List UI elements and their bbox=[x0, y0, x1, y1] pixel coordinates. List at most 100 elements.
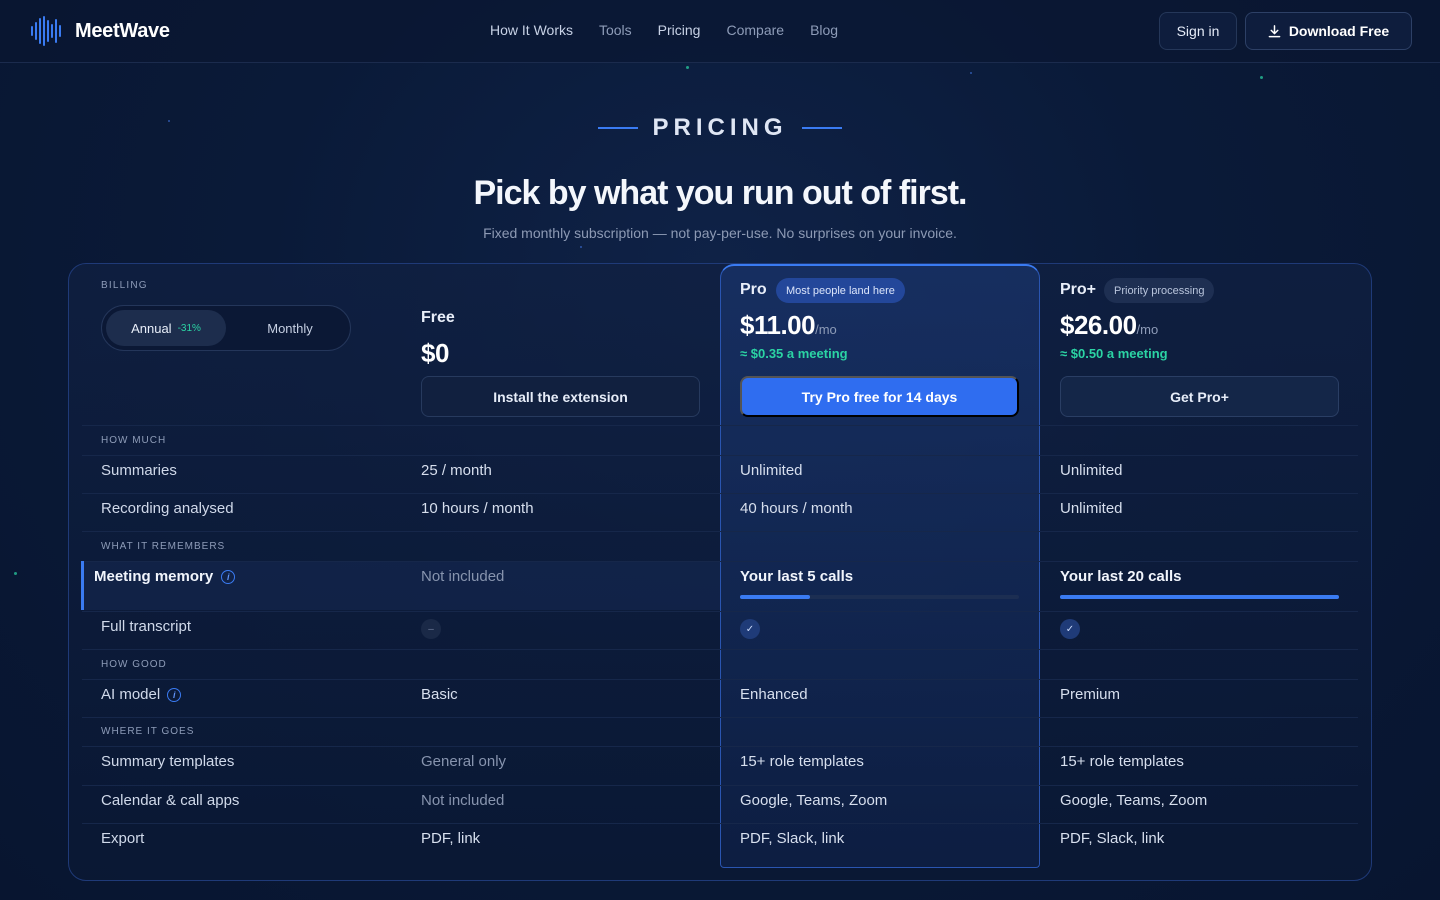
section-where-it-goes: WHERE IT GOES bbox=[101, 726, 195, 737]
pro-recording: 40 hours / month bbox=[740, 500, 853, 517]
proplus-recording: Unlimited bbox=[1060, 500, 1123, 517]
pro-price-amount: $11.00 bbox=[740, 310, 816, 340]
soundwave-icon bbox=[31, 16, 61, 46]
proplus-price-period: /mo bbox=[1136, 322, 1159, 337]
free-templates: General only bbox=[421, 753, 507, 770]
memory-label-text: Meeting memory bbox=[94, 568, 214, 585]
free-model: Basic bbox=[421, 686, 458, 703]
proplus-memory-bar bbox=[1060, 595, 1339, 599]
nav-link-blog[interactable]: Blog bbox=[810, 22, 838, 38]
row-label-memory: Meeting memory i bbox=[94, 568, 236, 585]
pro-templates: 15+ role templates bbox=[740, 753, 864, 770]
free-transcript-dash-icon: – bbox=[421, 619, 441, 639]
pro-memory-bar bbox=[740, 595, 1019, 599]
divider bbox=[82, 717, 1358, 718]
row-label-recording: Recording analysed bbox=[101, 500, 234, 517]
pro-per-meeting: ≈ $0.35 a meeting bbox=[740, 346, 848, 361]
free-recording: 10 hours / month bbox=[421, 500, 534, 517]
pro-memory: Your last 5 calls bbox=[740, 568, 854, 585]
page-subtitle: Fixed monthly subscription — not pay-per… bbox=[483, 225, 957, 241]
model-label-text: AI model bbox=[101, 686, 161, 703]
proplus-calendar: Google, Teams, Zoom bbox=[1060, 792, 1208, 809]
page-title: Pick by what you run out of first. bbox=[473, 174, 967, 212]
row-label-summaries: Summaries bbox=[101, 462, 177, 479]
row-label-model: AI model i bbox=[101, 686, 182, 703]
proplus-export: PDF, Slack, link bbox=[1060, 830, 1165, 847]
brand[interactable]: MeetWave bbox=[31, 16, 170, 46]
proplus-memory-fill bbox=[1060, 595, 1339, 599]
billing-toggle: Annual -31% Monthly bbox=[101, 305, 351, 351]
billing-annual-label: Annual bbox=[131, 320, 172, 336]
pro-plan-name: Pro bbox=[740, 281, 767, 298]
proplus-transcript-check-icon: ✓ bbox=[1060, 619, 1080, 639]
proplus-per-meeting: ≈ $0.50 a meeting bbox=[1060, 346, 1168, 361]
proplus-summaries: Unlimited bbox=[1060, 462, 1123, 479]
proplus-memory: Your last 20 calls bbox=[1060, 568, 1182, 585]
pro-popular-badge: Most people land here bbox=[776, 278, 905, 303]
pro-plan-price: $11.00/mo bbox=[740, 310, 837, 341]
divider bbox=[82, 679, 1358, 680]
brand-name: MeetWave bbox=[75, 19, 170, 42]
decor-dot bbox=[580, 246, 582, 248]
divider bbox=[82, 561, 1358, 562]
pro-calendar: Google, Teams, Zoom bbox=[740, 792, 888, 809]
pro-memory-fill bbox=[740, 595, 810, 599]
decor-dot bbox=[686, 66, 689, 69]
proplus-plan-price: $26.00/mo bbox=[1060, 310, 1158, 341]
section-how-much: HOW MUCH bbox=[101, 435, 167, 446]
pro-summaries: Unlimited bbox=[740, 462, 803, 479]
proplus-plan-name: Pro+ bbox=[1060, 281, 1097, 298]
top-nav: MeetWave How It Works Tools Pricing Comp… bbox=[0, 0, 1440, 63]
free-memory: Not included bbox=[421, 568, 505, 585]
divider bbox=[82, 425, 1358, 426]
proplus-priority-badge: Priority processing bbox=[1104, 278, 1215, 303]
try-pro-button[interactable]: Try Pro free for 14 days bbox=[740, 376, 1019, 417]
row-label-templates: Summary templates bbox=[101, 753, 235, 770]
get-proplus-button[interactable]: Get Pro+ bbox=[1060, 376, 1339, 417]
free-export: PDF, link bbox=[421, 830, 481, 847]
eyebrow-text: PRICING bbox=[652, 114, 788, 141]
divider bbox=[82, 823, 1358, 824]
row-label-export: Export bbox=[101, 830, 145, 847]
divider bbox=[82, 785, 1358, 786]
download-free-button[interactable]: Download Free bbox=[1245, 12, 1412, 50]
divider bbox=[82, 649, 1358, 650]
divider bbox=[82, 455, 1358, 456]
proplus-templates: 15+ role templates bbox=[1060, 753, 1184, 770]
billing-monthly-option[interactable]: Monthly bbox=[232, 310, 348, 346]
free-calendar: Not included bbox=[421, 792, 505, 809]
free-summaries: 25 / month bbox=[421, 462, 492, 479]
eyebrow-line-left bbox=[598, 127, 639, 129]
info-icon[interactable]: i bbox=[221, 569, 236, 584]
proplus-model: Premium bbox=[1060, 686, 1121, 703]
nav-link-how-it-works[interactable]: How It Works bbox=[490, 22, 573, 38]
divider bbox=[82, 746, 1358, 747]
nav-link-compare[interactable]: Compare bbox=[726, 22, 784, 38]
decor-dot bbox=[970, 72, 972, 74]
pro-price-period: /mo bbox=[815, 322, 837, 337]
download-free-label: Download Free bbox=[1288, 23, 1390, 39]
pro-export: PDF, Slack, link bbox=[740, 830, 845, 847]
pro-transcript-check-icon: ✓ bbox=[740, 619, 760, 639]
nav-link-pricing[interactable]: Pricing bbox=[658, 22, 701, 38]
memory-row-accent bbox=[81, 561, 84, 610]
install-extension-button[interactable]: Install the extension bbox=[421, 376, 700, 417]
annual-discount-badge: -31% bbox=[177, 322, 201, 334]
decor-dot bbox=[1260, 76, 1263, 79]
decor-dot bbox=[14, 572, 17, 575]
billing-label: BILLING bbox=[101, 280, 148, 291]
eyebrow-line-right bbox=[801, 127, 842, 129]
section-how-good: HOW GOOD bbox=[101, 659, 167, 670]
nav-link-tools[interactable]: Tools bbox=[599, 22, 632, 38]
section-what-it-remembers: WHAT IT REMEMBERS bbox=[101, 541, 226, 552]
info-icon[interactable]: i bbox=[167, 687, 182, 702]
billing-annual-option[interactable]: Annual -31% bbox=[106, 310, 226, 346]
row-label-calendar: Calendar & call apps bbox=[101, 792, 240, 809]
sign-in-button[interactable]: Sign in bbox=[1159, 12, 1237, 50]
free-plan-name: Free bbox=[421, 309, 455, 326]
free-plan-price: $0 bbox=[421, 338, 449, 368]
pro-model: Enhanced bbox=[740, 686, 808, 703]
row-label-transcript: Full transcript bbox=[101, 618, 192, 635]
proplus-price-amount: $26.00 bbox=[1060, 310, 1137, 340]
divider bbox=[82, 493, 1358, 494]
